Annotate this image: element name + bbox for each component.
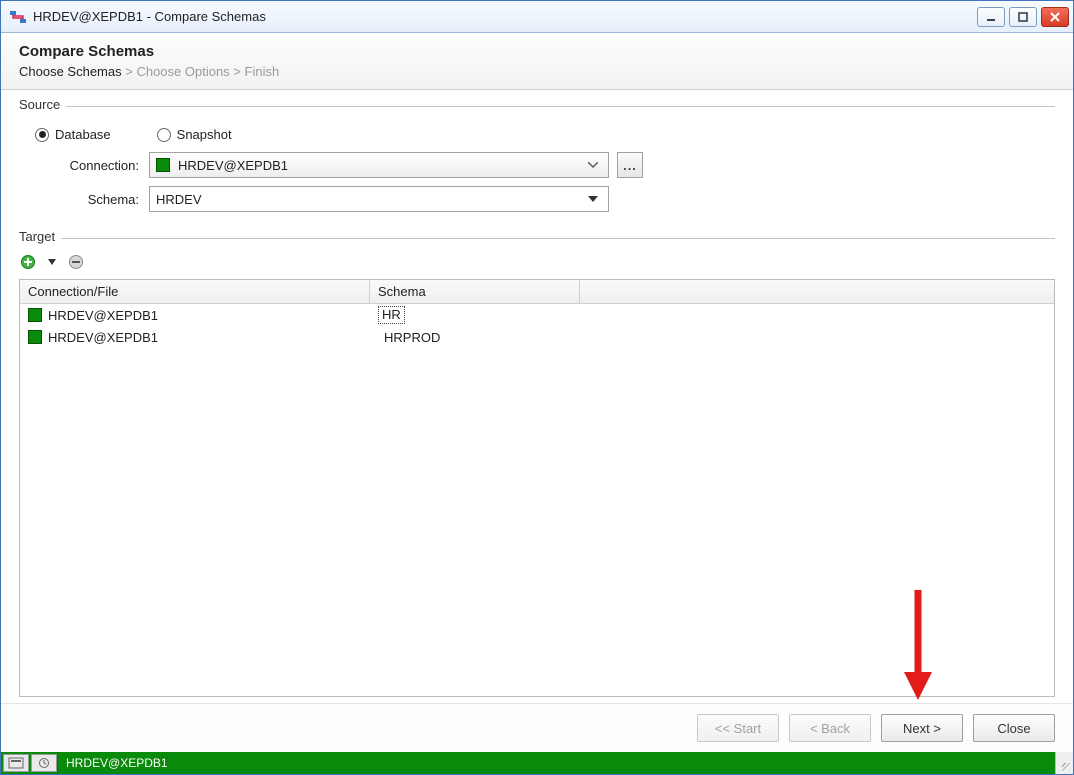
column-header-spacer (580, 280, 1054, 303)
breadcrumb-step: Finish (245, 64, 280, 79)
column-header-connection[interactable]: Connection/File (20, 280, 370, 303)
caret-down-icon (584, 187, 602, 211)
cell-schema: HRPROD (378, 330, 440, 345)
window-title: HRDEV@XEPDB1 - Compare Schemas (33, 9, 977, 24)
radio-snapshot-label: Snapshot (177, 127, 232, 142)
app-icon (9, 8, 27, 26)
close-wizard-button[interactable]: Close (973, 714, 1055, 742)
window-controls (977, 7, 1069, 27)
header: Compare Schemas Choose Schemas > Choose … (1, 33, 1073, 90)
table-header: Connection/File Schema (20, 280, 1054, 304)
status-chip-icon[interactable] (31, 754, 57, 772)
connection-more-button[interactable]: ... (617, 152, 643, 178)
database-icon (28, 330, 42, 344)
chevron-down-icon (584, 153, 602, 177)
wizard-button-bar: << Start < Back Next > Close (1, 703, 1073, 752)
breadcrumb-step: Choose Options (136, 64, 229, 79)
database-icon (156, 158, 170, 172)
target-table: Connection/File Schema HRDEV@XEPDB1 HR (19, 279, 1055, 697)
target-toolbar (19, 251, 1055, 279)
remove-target-button[interactable] (67, 253, 85, 271)
add-target-menu-button[interactable] (43, 253, 61, 271)
connection-combo[interactable]: HRDEV@XEPDB1 (149, 152, 609, 178)
maximize-button[interactable] (1009, 7, 1037, 27)
target-group: Target Connection/File Schema (19, 238, 1055, 697)
page-title: Compare Schemas (19, 43, 1053, 60)
status-chip-icon[interactable] (3, 754, 29, 772)
table-row[interactable]: HRDEV@XEPDB1 HR (20, 304, 1054, 326)
radio-icon (157, 128, 171, 142)
radio-icon (35, 128, 49, 142)
back-button: < Back (789, 714, 871, 742)
source-group-label: Source (19, 97, 66, 112)
minimize-button[interactable] (977, 7, 1005, 27)
content: Source Database Snapshot Connection: HRD… (1, 90, 1073, 703)
statusbar: HRDEV@XEPDB1 (1, 752, 1073, 774)
add-target-button[interactable] (19, 253, 37, 271)
source-group: Source Database Snapshot Connection: HRD… (19, 106, 1055, 220)
start-button: << Start (697, 714, 779, 742)
titlebar: HRDEV@XEPDB1 - Compare Schemas (1, 1, 1073, 33)
cell-schema: HR (378, 306, 405, 324)
schema-label: Schema: (19, 192, 149, 207)
connection-label: Connection: (19, 158, 149, 173)
status-connection: HRDEV@XEPDB1 (57, 752, 176, 774)
schema-value: HRDEV (156, 192, 584, 207)
close-button[interactable] (1041, 7, 1069, 27)
schema-combo[interactable]: HRDEV (149, 186, 609, 212)
radio-snapshot[interactable]: Snapshot (157, 127, 232, 142)
target-group-label: Target (19, 229, 61, 244)
breadcrumb: Choose Schemas > Choose Options > Finish (19, 64, 1053, 79)
next-button[interactable]: Next > (881, 714, 963, 742)
window: HRDEV@XEPDB1 - Compare Schemas Compare S… (0, 0, 1074, 775)
table-body: HRDEV@XEPDB1 HR HRDEV@XEPDB1 HRPROD (20, 304, 1054, 696)
resize-grip[interactable] (1055, 752, 1073, 774)
column-header-schema[interactable]: Schema (370, 280, 580, 303)
database-icon (28, 308, 42, 322)
connection-value: HRDEV@XEPDB1 (178, 158, 584, 173)
radio-database-label: Database (55, 127, 111, 142)
source-type-radio-group: Database Snapshot (19, 119, 1055, 152)
cell-connection: HRDEV@XEPDB1 (48, 330, 158, 345)
radio-database[interactable]: Database (35, 127, 111, 142)
cell-connection: HRDEV@XEPDB1 (48, 308, 158, 323)
breadcrumb-step-current: Choose Schemas (19, 64, 122, 79)
table-row[interactable]: HRDEV@XEPDB1 HRPROD (20, 326, 1054, 348)
